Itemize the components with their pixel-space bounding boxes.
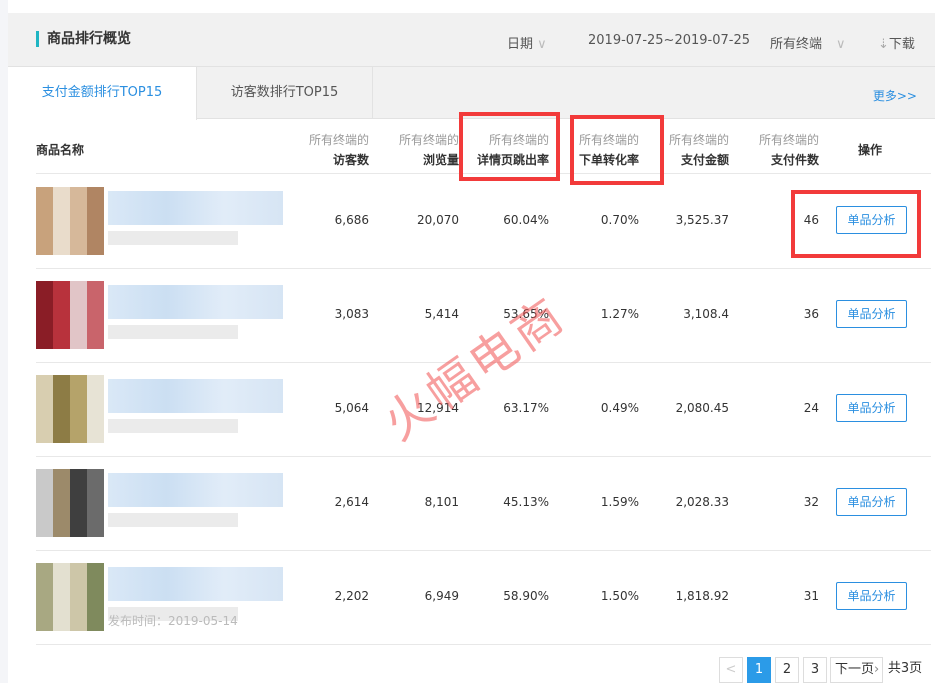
cell-conversion: 1.27% [601,307,639,321]
product-thumbnail[interactable] [36,563,104,631]
download-button[interactable]: ⇣下载 [878,33,915,52]
cell-amount: 1,818.92 [676,589,729,603]
cell-amount: 2,080.45 [676,401,729,415]
highlight-box [791,190,921,258]
cell-visitors: 3,083 [335,307,369,321]
product-analysis-button[interactable]: 单品分析 [836,394,907,422]
col-header-amount[interactable]: 所有终端的支付金额 [669,131,729,168]
divider [36,268,931,269]
divider [36,550,931,551]
product-analysis-button[interactable]: 单品分析 [836,488,907,516]
left-strip [0,0,8,683]
product-name-link[interactable] [108,473,283,507]
date-range[interactable]: 2019-07-25~2019-07-25 [588,33,750,48]
terminal-dropdown[interactable]: 所有终端 ∨ [770,33,846,52]
product-analysis-button[interactable]: 单品分析 [836,582,907,610]
cell-bounce: 45.13% [503,495,549,509]
product-name-link[interactable] [108,567,283,601]
cell-conversion: 0.70% [601,213,639,227]
tab-payment-top15[interactable]: 支付金额排行TOP15 [8,67,197,120]
cell-visitors: 6,686 [335,213,369,227]
page-2-button[interactable]: 2 [775,657,799,683]
col-header-count[interactable]: 所有终端的支付件数 [759,131,819,168]
product-name-link[interactable] [108,379,283,413]
col-header-action: 操作 [858,138,882,158]
section-title: 商品排行概览 [36,31,131,47]
col-header-name: 商品名称 [36,138,84,158]
section-header: 商品排行概览 日期 ∨ 2019-07-25~2019-07-25 所有终端∨ … [8,13,935,67]
product-name-link[interactable] [108,285,283,319]
divider [36,456,931,457]
product-thumbnail[interactable] [36,187,104,255]
chevron-down-icon: ∨ [836,37,846,52]
cell-count: 36 [804,307,819,321]
prev-page-button[interactable]: < [719,657,743,683]
chevron-down-icon: ∨ [533,37,547,52]
cell-views: 6,949 [425,589,459,603]
cell-conversion: 1.50% [601,589,639,603]
cell-visitors: 2,202 [335,589,369,603]
cell-amount: 3,525.37 [676,213,729,227]
cell-bounce: 60.04% [503,213,549,227]
download-icon: ⇣ [878,37,889,52]
highlight-box [459,112,560,181]
page-3-button[interactable]: 3 [803,657,827,683]
product-thumbnail[interactable] [36,281,104,349]
date-dropdown[interactable]: 日期 ∨ [507,33,547,52]
product-meta [108,231,238,245]
product-thumbnail[interactable] [36,375,104,443]
col-header-visitors[interactable]: 所有终端的访客数 [309,131,369,168]
page-1-button[interactable]: 1 [747,657,771,683]
cell-bounce: 63.17% [503,401,549,415]
next-label: 下一页 [835,662,874,677]
product-meta [108,325,238,339]
col-header-views[interactable]: 所有终端的浏览量 [399,131,459,168]
cell-count: 24 [804,401,819,415]
cell-views: 5,414 [425,307,459,321]
cell-count: 32 [804,495,819,509]
terminal-label: 所有终端 [770,37,822,52]
publish-time: 发布时间：2019-05-14 [108,612,238,629]
cell-conversion: 0.49% [601,401,639,415]
cell-visitors: 2,614 [335,495,369,509]
next-page-button[interactable]: 下一页› [830,657,883,683]
cell-count: 31 [804,589,819,603]
more-link[interactable]: 更多>> [873,87,917,104]
watermark: 火幅电商 [367,277,578,454]
divider [36,644,931,645]
cell-amount: 2,028.33 [676,495,729,509]
product-meta [108,513,238,527]
cell-views: 20,070 [417,213,459,227]
cell-amount: 3,108.4 [683,307,729,321]
tab-visitors-top15[interactable]: 访客数排行TOP15 [197,67,373,119]
cell-conversion: 1.59% [601,495,639,509]
product-meta [108,419,238,433]
product-thumbnail[interactable] [36,469,104,537]
cell-views: 8,101 [425,495,459,509]
date-label: 日期 [507,37,533,52]
cell-visitors: 5,064 [335,401,369,415]
highlight-box [570,115,664,185]
download-label: 下载 [889,37,915,52]
cell-bounce: 58.90% [503,589,549,603]
chevron-right-icon: › [874,662,879,677]
product-analysis-button[interactable]: 单品分析 [836,300,907,328]
product-name-link[interactable] [108,191,283,225]
total-pages: 共3页 [885,657,925,683]
